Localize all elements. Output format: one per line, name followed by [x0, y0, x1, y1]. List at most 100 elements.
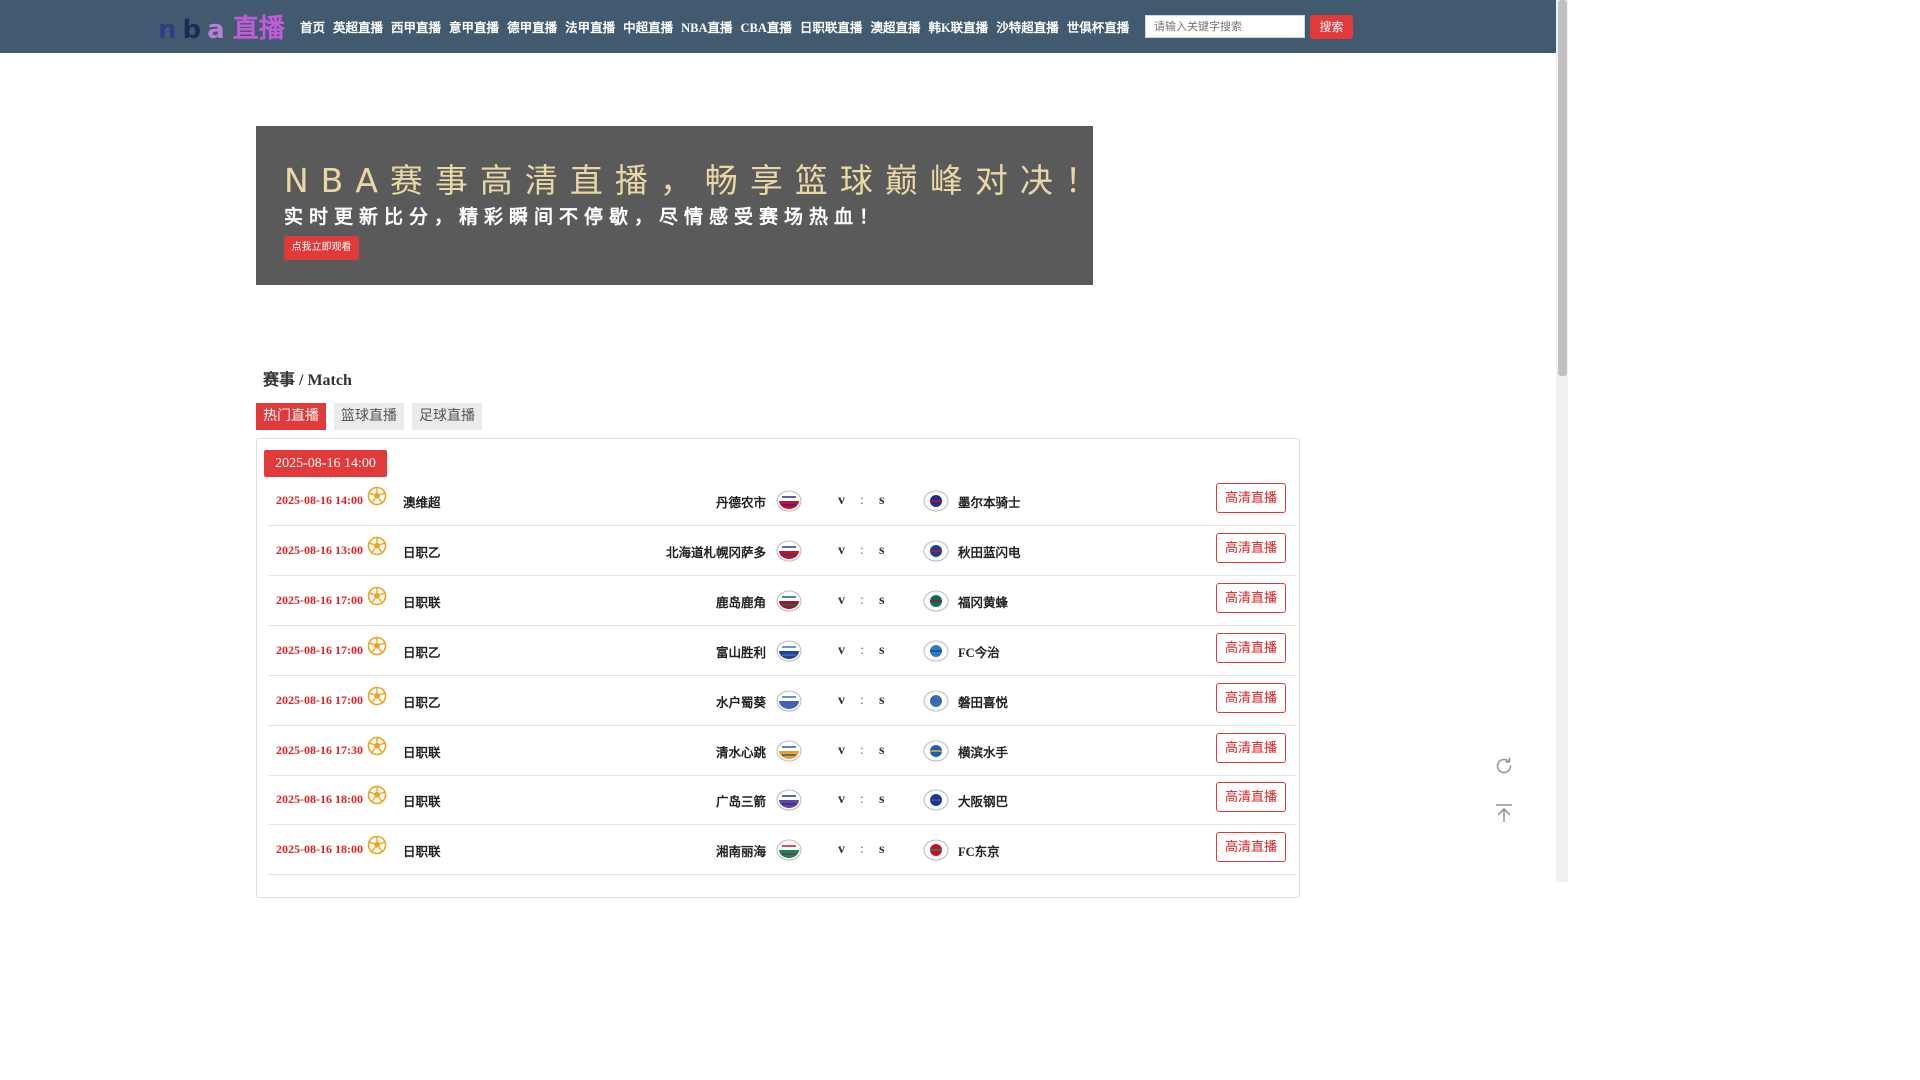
match-time: 2025-08-16 17:00: [276, 692, 363, 707]
site-logo[interactable]: n b a 直播: [158, 10, 285, 44]
hd-live-button[interactable]: 高清直播: [1216, 483, 1286, 513]
shonan-logo-icon: [776, 839, 802, 861]
table-row: 2025-08-16 14:00 澳维超 丹德农市 v: s 墨尔本骑士 高清直播: [268, 476, 1296, 526]
logo-letter-b: b: [182, 15, 202, 45]
iwata-logo-icon: [923, 690, 949, 712]
page-scrollbar-thumb[interactable]: [1558, 0, 1567, 376]
score-home: v: [838, 493, 845, 508]
fukuoka-logo-icon: [923, 590, 949, 612]
date-chip: 2025-08-16 14:00: [264, 450, 387, 477]
nav-item-nba[interactable]: NBA直播: [681, 17, 732, 36]
nav-item-cba[interactable]: CBA直播: [741, 17, 792, 36]
nav-item-serie-a[interactable]: 意甲直播: [449, 17, 499, 36]
league-name: 日职联: [403, 745, 441, 760]
league-name: 日职联: [403, 795, 441, 810]
nav-item-saudi-league[interactable]: 沙特超直播: [996, 17, 1059, 36]
nav-item-csl[interactable]: 中超直播: [623, 17, 673, 36]
table-row: 2025-08-16 13:00 日职乙 北海道札幌冈萨多 v: s 秋田蓝闪电 高清直播: [268, 526, 1296, 576]
category-tabs: 热门直播 篮球直播 足球直播: [256, 403, 490, 430]
away-team-name: FC今治: [958, 645, 1000, 660]
score-away: s: [879, 742, 885, 758]
hd-live-button[interactable]: 高清直播: [1216, 632, 1286, 663]
football-icon: [367, 536, 387, 556]
league-name: 日职乙: [403, 645, 441, 660]
football-icon: [367, 636, 387, 655]
section-title: 赛事 / Match: [263, 372, 352, 389]
score-home: v: [838, 792, 845, 808]
table-row: 2025-08-16 17:00 日职乙 富山胜利 v: s FC今治 高清直播: [268, 626, 1296, 676]
promo-banner[interactable]: NBA赛事高清直播，畅享篮球巅峰对决！ 实时更新比分，精彩瞬间不停歇，尽情感受赛…: [256, 126, 1098, 285]
hd-live-button[interactable]: 高清直播: [1216, 532, 1286, 563]
score-separator: :: [860, 792, 864, 808]
match-time: 2025-08-16 18:00: [276, 792, 363, 807]
tab-football-live[interactable]: 足球直播: [412, 403, 482, 430]
football-icon: [367, 686, 387, 705]
watch-now-button[interactable]: 点我立即观看: [284, 236, 359, 260]
toyama-logo-icon: [776, 640, 802, 662]
score-home: v: [838, 842, 845, 858]
score-away: s: [879, 792, 885, 808]
match-time: 2025-08-16 17:30: [276, 742, 363, 757]
sapporo-logo-icon: [776, 540, 802, 562]
league-name: 日职联: [403, 595, 441, 610]
score-separator: :: [860, 842, 864, 858]
akita-logo-icon: [923, 540, 949, 562]
football-icon: [367, 486, 387, 506]
hiroshima-logo-icon: [776, 789, 802, 811]
nav-item-club-world-cup[interactable]: 世俱杯直播: [1067, 17, 1130, 36]
match-time: 2025-08-16 14:00: [276, 493, 363, 507]
hd-live-button[interactable]: 高清直播: [1216, 582, 1286, 613]
table-row: 2025-08-16 17:30 日职联 清水心跳 v: s 横滨水手 高清直播: [268, 726, 1296, 776]
hd-live-button[interactable]: 高清直播: [1216, 682, 1286, 713]
search-input[interactable]: [1145, 15, 1305, 38]
shimizu-logo-icon: [776, 740, 802, 761]
nav-item-ligue1[interactable]: 法甲直播: [565, 17, 615, 36]
nav-item-k-league[interactable]: 韩K联直播: [928, 17, 988, 36]
score-away: s: [879, 842, 885, 858]
nav-item-home[interactable]: 首页: [300, 17, 325, 36]
yokohama-logo-icon: [923, 740, 949, 761]
nav-item-laliga[interactable]: 西甲直播: [391, 17, 441, 36]
table-row: 2025-08-16 17:00 日职联 鹿岛鹿角 v: s 福冈黄蜂 高清直播: [268, 576, 1296, 626]
home-team-name: 广岛三箭: [715, 795, 766, 810]
search-button[interactable]: 搜索: [1310, 15, 1353, 39]
score-home: v: [838, 742, 845, 758]
fc-tokyo-logo-icon: [923, 839, 949, 861]
hd-live-button[interactable]: 高清直播: [1216, 732, 1286, 763]
back-to-top-icon[interactable]: [1493, 802, 1515, 824]
home-team-name: 湘南丽海: [715, 845, 766, 860]
nav-item-a-league[interactable]: 澳超直播: [870, 17, 920, 36]
table-row: 2025-08-16 18:00 日职联 广岛三箭 v: s 大阪钢巴 高清直播: [268, 775, 1296, 826]
imabari-logo-icon: [923, 640, 949, 662]
logo-text-live: 直播: [232, 14, 285, 44]
home-team-name: 鹿岛鹿角: [715, 595, 766, 610]
score-away: s: [879, 542, 885, 558]
league-name: 日职乙: [403, 695, 441, 710]
hd-live-button[interactable]: 高清直播: [1216, 782, 1286, 813]
score-separator: :: [860, 542, 864, 558]
score-away: s: [879, 592, 885, 608]
dandenong-logo-icon: [776, 490, 802, 512]
refresh-icon[interactable]: [1493, 755, 1515, 777]
hd-live-button[interactable]: 高清直播: [1216, 832, 1286, 863]
tab-hot-live[interactable]: 热门直播: [256, 403, 326, 430]
home-team-name: 北海道札幌冈萨多: [665, 545, 766, 560]
football-icon: [367, 835, 387, 855]
league-name: 日职乙: [403, 545, 441, 560]
banner-subtitle: 实时更新比分，精彩瞬间不停歇，尽情感受赛场热血！: [284, 206, 885, 228]
score-separator: :: [860, 692, 864, 708]
home-team-name: 丹德农市: [715, 496, 766, 510]
tab-basketball-live[interactable]: 篮球直播: [334, 403, 404, 430]
away-team-name: 磐田喜悦: [958, 695, 1009, 710]
nav-item-bundesliga[interactable]: 德甲直播: [507, 17, 557, 36]
football-icon: [367, 586, 387, 606]
away-team-name: 大阪钢巴: [958, 795, 1009, 810]
score-away: s: [879, 692, 885, 708]
match-time: 2025-08-16 17:00: [276, 592, 363, 607]
football-icon: [367, 786, 387, 805]
away-team-name: 横滨水手: [958, 745, 1009, 760]
gamba-osaka-logo-icon: [923, 789, 949, 811]
nav-item-j-league[interactable]: 日职联直播: [800, 17, 863, 36]
logo-letter-n: n: [158, 15, 177, 45]
nav-item-premier-league[interactable]: 英超直播: [333, 17, 383, 36]
